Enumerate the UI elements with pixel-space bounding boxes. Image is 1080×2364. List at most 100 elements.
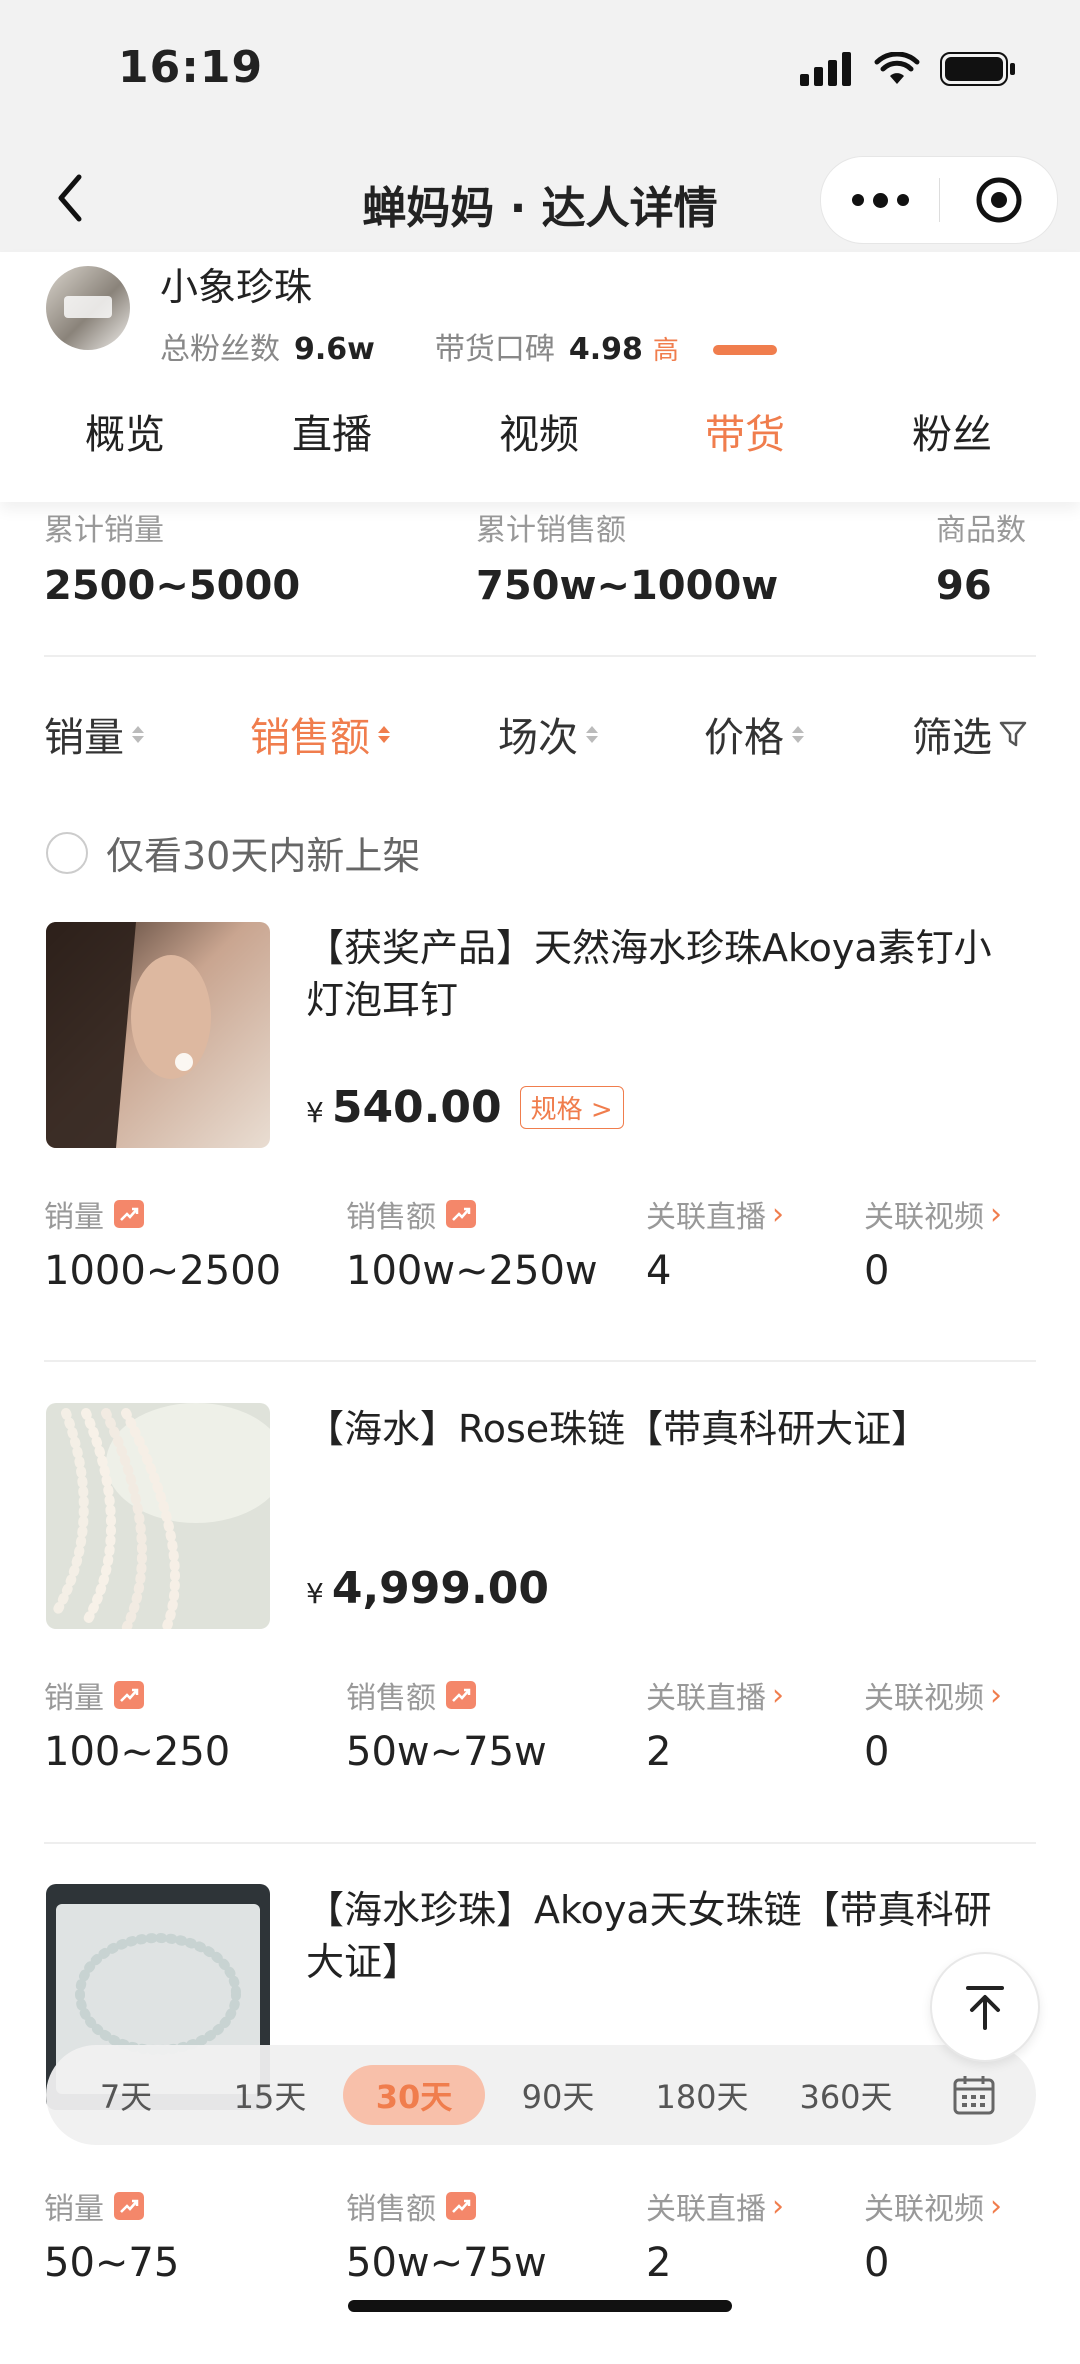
tab-fans[interactable]: 粉丝 <box>912 402 992 460</box>
metric-linked-video[interactable]: 关联视频 › 0 <box>864 1673 1002 1776</box>
calendar-icon <box>953 2076 995 2115</box>
product-name[interactable]: 【获奖产品】天然海水珍珠Akoya素钉小灯泡耳钉 <box>306 922 1026 1026</box>
sort-sales[interactable]: 销量 <box>44 705 144 763</box>
earring-photo <box>46 922 270 1148</box>
range-30d[interactable]: 30天 <box>343 2065 485 2125</box>
trend-chart-icon[interactable] <box>446 1681 476 1709</box>
summary-sales: 累计销量 2500~5000 <box>44 505 300 609</box>
calendar-button[interactable] <box>952 2073 996 2121</box>
range-180d[interactable]: 180天 <box>631 2065 773 2125</box>
trend-chart-icon[interactable] <box>114 1681 144 1709</box>
metric-value: 0 <box>864 1248 890 1294</box>
trend-chart-icon[interactable] <box>114 1200 144 1228</box>
divider <box>44 655 1036 657</box>
trend-chart-icon[interactable] <box>446 1200 476 1228</box>
new-only-toggle[interactable]: 仅看30天内新上架 <box>46 825 420 880</box>
sort-sessions[interactable]: 场次 <box>498 705 598 763</box>
rating-label: 带货口碑 <box>434 332 555 367</box>
product-name[interactable]: 【海水】Rose珠链【带真科研大证】 <box>306 1403 1026 1455</box>
close-mini-program-button[interactable] <box>940 175 1057 225</box>
metric-label: 销量 <box>44 2192 104 2227</box>
metric-linked-live[interactable]: 关联直播 › 2 <box>646 2184 784 2287</box>
divider <box>44 1360 1036 1362</box>
spec-button[interactable]: 规格 > <box>519 1086 624 1129</box>
metric-label: 关联视频 <box>864 2192 984 2227</box>
range-90d[interactable]: 90天 <box>487 2065 629 2125</box>
metric-value: 50~75 <box>44 2240 180 2286</box>
sort-price[interactable]: 价格 <box>704 705 804 763</box>
trend-chart-icon[interactable] <box>446 2192 476 2220</box>
summary-label: 累计销售额 <box>476 513 626 548</box>
metric-label: 销售额 <box>346 2192 436 2227</box>
pearl-necklace-photo <box>46 1403 270 1629</box>
metric-value: 0 <box>864 2240 890 2286</box>
summary-label: 商品数 <box>936 513 1026 548</box>
tab-overview[interactable]: 概览 <box>85 402 165 460</box>
metric-label: 销售额 <box>346 1200 436 1235</box>
sort-label: 价格 <box>704 715 784 761</box>
chevron-right-icon: › <box>772 1196 784 1232</box>
influencer-header: 小象珍珠 总粉丝数 9.6w 带货口碑 4.98 高 概览 直播 视频 带货 粉… <box>0 252 1080 502</box>
summary-label: 累计销量 <box>44 513 164 548</box>
more-dot-icon <box>851 194 864 206</box>
product-image[interactable] <box>46 922 270 1148</box>
avatar[interactable] <box>46 266 130 350</box>
currency-symbol: ¥ <box>306 1096 324 1129</box>
product-item[interactable]: 【海水】Rose珠链【带真科研大证】 ¥ 4,999.00 销量 100~250… <box>0 1403 1080 1883</box>
metric-linked-live[interactable]: 关联直播 › 2 <box>646 1673 784 1776</box>
divider <box>44 1842 1036 1844</box>
tab-live[interactable]: 直播 <box>292 402 372 460</box>
metric-value: 100~250 <box>44 1729 231 1775</box>
date-range-bar: 7天 15天 30天 90天 180天 360天 <box>46 2045 1036 2145</box>
price-value: 4,999.00 <box>331 1563 549 1614</box>
metric-linked-live[interactable]: 关联直播 › 4 <box>646 1192 784 1295</box>
metric-value: 50w~75w <box>346 2240 547 2286</box>
metric-value: 50w~75w <box>346 1729 547 1775</box>
summary-value: 2500~5000 <box>44 563 301 609</box>
signal-icon <box>800 52 851 86</box>
metric-label: 销量 <box>44 1681 104 1716</box>
metric-sales: 销量 100~250 <box>44 1673 230 1775</box>
metric-label: 销量 <box>44 1200 104 1235</box>
sort-revenue[interactable]: 销售额 <box>250 705 390 763</box>
trend-chart-icon[interactable] <box>114 2192 144 2220</box>
metric-revenue: 销售额 50w~75w <box>346 1673 547 1775</box>
top-bar: 16:19 蝉妈妈 · 达人详情 <box>0 0 1080 252</box>
product-name[interactable]: 【海水珍珠】Akoya天女珠链【带真科研大证】 <box>306 1884 1026 1988</box>
sort-bar: 销量 销售额 场次 价格 筛选 <box>0 705 1080 765</box>
chevron-right-icon: › <box>990 2188 1002 2224</box>
mini-program-capsule <box>820 156 1058 244</box>
metric-label: 关联视频 <box>864 1200 984 1235</box>
metric-label: 关联视频 <box>864 1681 984 1716</box>
back-to-top-button[interactable] <box>930 1952 1040 2062</box>
summary-product-count: 商品数 96 <box>936 505 1026 609</box>
more-button[interactable] <box>821 192 939 208</box>
new-only-label: 仅看30天内新上架 <box>106 834 421 878</box>
product-image[interactable] <box>46 1403 270 1629</box>
summary-revenue: 累计销售额 750w~1000w <box>476 505 778 609</box>
tab-video[interactable]: 视频 <box>499 402 579 460</box>
currency-symbol: ¥ <box>306 1577 324 1610</box>
product-item[interactable]: 【获奖产品】天然海水珍珠Akoya素钉小灯泡耳钉 ¥ 540.00 规格 > 销… <box>0 922 1080 1402</box>
sort-arrows-icon <box>378 725 390 743</box>
metric-value: 2 <box>646 1729 672 1775</box>
influencer-name: 小象珍珠 <box>160 265 313 309</box>
filter-button[interactable]: 筛选 <box>912 705 1028 763</box>
metric-value: 0 <box>864 1729 890 1775</box>
arrow-up-to-top-icon <box>966 1986 1004 2030</box>
influencer-stats: 总粉丝数 9.6w 带货口碑 4.98 高 <box>160 324 679 368</box>
more-dot-icon <box>872 192 888 208</box>
product-price: ¥ 540.00 规格 > <box>306 1082 624 1133</box>
sort-arrows-icon <box>586 725 598 743</box>
chevron-right-icon: › <box>772 1677 784 1713</box>
metric-linked-video[interactable]: 关联视频 › 0 <box>864 2184 1002 2287</box>
nav-bar: 蝉妈妈 · 达人详情 <box>0 150 1080 250</box>
metric-linked-video[interactable]: 关联视频 › 0 <box>864 1192 1002 1295</box>
checkbox-circle-icon[interactable] <box>46 831 88 874</box>
sort-label: 销售额 <box>250 715 370 761</box>
range-15d[interactable]: 15天 <box>199 2065 341 2125</box>
metric-sales: 销量 1000~2500 <box>44 1192 281 1294</box>
range-7d[interactable]: 7天 <box>55 2065 197 2125</box>
tab-goods[interactable]: 带货 <box>705 402 785 460</box>
range-360d[interactable]: 360天 <box>775 2065 917 2125</box>
